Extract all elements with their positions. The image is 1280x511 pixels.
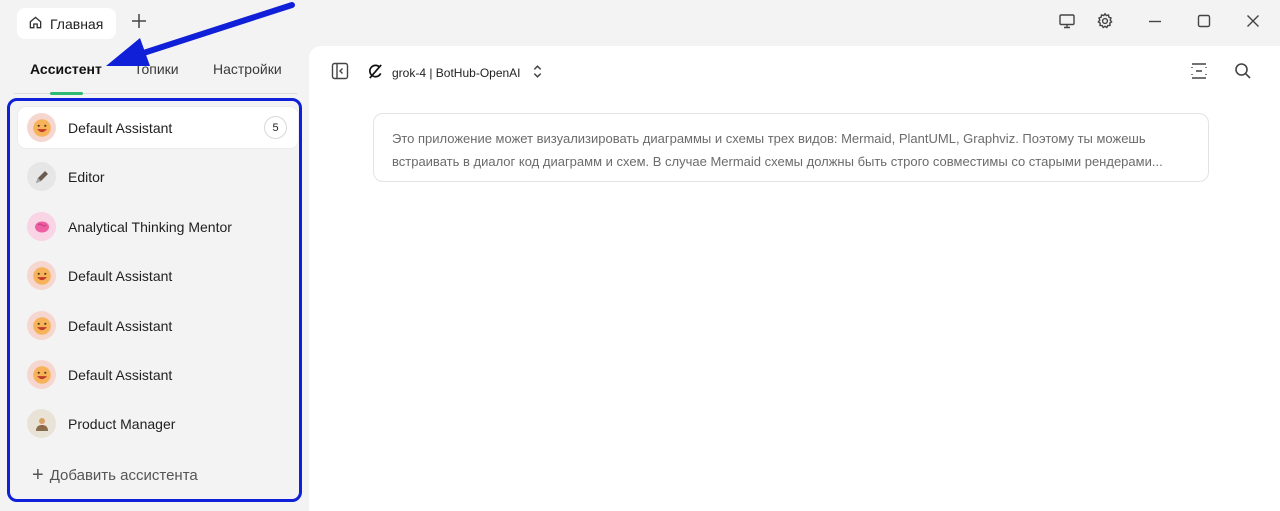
model-label: grok-4 | BotHub-OpenAI xyxy=(392,66,521,80)
assistant-item[interactable]: Default Assistant xyxy=(18,305,298,346)
pen-icon xyxy=(27,162,56,191)
expand-icon xyxy=(1189,61,1209,86)
system-prompt-card[interactable]: Это приложение может визуализировать диа… xyxy=(373,113,1209,182)
assistant-name: Analytical Thinking Mentor xyxy=(68,218,232,235)
maximize-button[interactable] xyxy=(1193,12,1215,34)
home-icon xyxy=(28,15,43,33)
prompt-text-line: встраивать в диалог код диаграмм и схем.… xyxy=(392,154,1163,169)
minimize-icon xyxy=(1146,12,1164,35)
assistant-name: Default Assistant xyxy=(68,317,173,334)
expand-button[interactable] xyxy=(1188,62,1210,84)
grinning-face-icon xyxy=(27,360,56,389)
minimize-button[interactable] xyxy=(1144,12,1166,34)
model-selector[interactable]: grok-4 | BotHub-OpenAI xyxy=(367,63,546,83)
assistant-item[interactable]: Product Manager xyxy=(18,403,298,444)
grok-logo-icon xyxy=(367,63,384,83)
gear-icon xyxy=(1096,12,1114,35)
businessperson-icon xyxy=(27,409,56,438)
maximize-icon xyxy=(1195,12,1213,35)
assistant-item[interactable]: Default Assistant 5 xyxy=(18,107,298,148)
active-tab-indicator xyxy=(50,92,83,95)
settings-button[interactable] xyxy=(1094,12,1116,34)
tab-assistant[interactable]: Ассистент xyxy=(30,61,102,77)
search-icon xyxy=(1233,61,1253,86)
monitor-button[interactable] xyxy=(1056,12,1078,34)
add-assistant-label: Добавить ассистента xyxy=(49,466,198,484)
prompt-text-line: Это приложение может визуализировать диа… xyxy=(392,131,1146,146)
assistant-item[interactable]: Default Assistant xyxy=(18,354,298,395)
assistant-item[interactable]: Analytical Thinking Mentor xyxy=(18,206,298,247)
toggle-sidebar-button[interactable] xyxy=(329,62,351,84)
chevron-updown-icon xyxy=(529,63,546,83)
close-icon xyxy=(1244,12,1262,35)
close-button[interactable] xyxy=(1242,12,1264,34)
chat-pane: grok-4 | BotHub-OpenAI Это приложение мо… xyxy=(309,46,1280,511)
assistant-item[interactable]: Default Assistant xyxy=(18,255,298,296)
tab-home[interactable]: Главная xyxy=(17,8,116,39)
sidebar-tabs: Ассистент Топики Настройки xyxy=(14,56,297,95)
assistant-name: Default Assistant xyxy=(68,366,173,383)
grinning-face-icon xyxy=(27,261,56,290)
assistant-name: Default Assistant xyxy=(68,119,173,136)
tab-label: Главная xyxy=(50,15,104,32)
plus-icon: + xyxy=(32,464,44,486)
tab-topics[interactable]: Топики xyxy=(134,61,179,77)
title-bar: Главная xyxy=(0,0,1280,46)
plus-icon xyxy=(130,12,148,35)
brain-icon xyxy=(27,212,56,241)
assistant-name: Editor xyxy=(68,168,105,185)
assistant-name: Product Manager xyxy=(68,415,176,432)
tab-settings[interactable]: Настройки xyxy=(213,61,282,77)
search-button[interactable] xyxy=(1232,62,1254,84)
new-tab-button[interactable] xyxy=(128,12,150,34)
sidebar-collapse-icon xyxy=(330,61,350,86)
grinning-face-icon xyxy=(27,311,56,340)
add-assistant-button[interactable]: + Добавить ассистента xyxy=(32,464,198,486)
assistant-name: Default Assistant xyxy=(68,267,173,284)
grinning-face-icon xyxy=(27,113,56,142)
topic-count-badge: 5 xyxy=(264,116,287,139)
monitor-icon xyxy=(1058,12,1076,35)
assistant-item[interactable]: Editor xyxy=(18,156,298,197)
